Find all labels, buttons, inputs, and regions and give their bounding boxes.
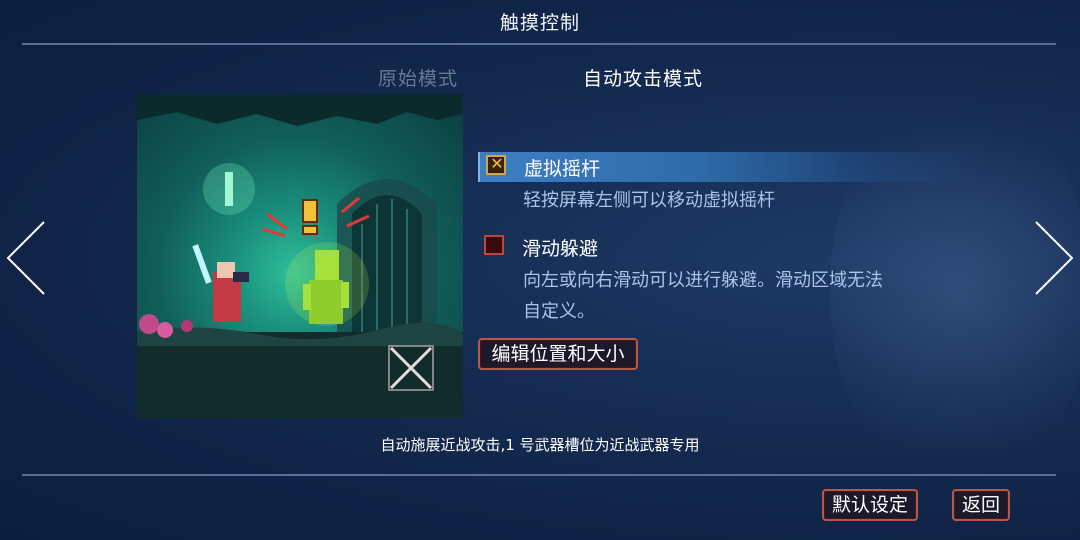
gameplay-preview-image xyxy=(137,94,463,418)
next-page-button[interactable] xyxy=(1032,218,1076,298)
virtual-joystick-checkbox[interactable]: ✕ xyxy=(486,154,506,175)
tab-auto-attack-mode[interactable]: 自动攻击模式 xyxy=(583,64,703,91)
footer-divider xyxy=(22,474,1056,476)
close-icon xyxy=(387,344,435,392)
chevron-left-icon xyxy=(6,221,45,295)
header-divider xyxy=(22,43,1056,45)
option-description: 向左或向右滑动可以进行躲避。滑动区域无法 xyxy=(523,270,883,291)
prev-page-button[interactable] xyxy=(4,218,48,298)
edit-position-size-button[interactable]: 编辑位置和大小 xyxy=(478,338,638,370)
page-title: 触摸控制 xyxy=(499,12,580,34)
option-description: 轻按屏幕左侧可以移动虚拟摇杆 xyxy=(523,190,775,211)
swipe-dodge-checkbox[interactable] xyxy=(484,235,504,255)
option-description: 自定义。 xyxy=(523,301,595,322)
mode-caption: 自动施展近战攻击,1 号武器槽位为近战武器专用 xyxy=(380,436,700,454)
default-settings-button[interactable]: 默认设定 xyxy=(822,489,918,521)
chevron-right-icon xyxy=(1035,221,1074,295)
x-check-icon: ✕ xyxy=(490,154,504,173)
option-label: 虚拟摇杆 xyxy=(524,158,601,180)
option-label: 滑动躲避 xyxy=(522,238,599,260)
option-virtual-joystick[interactable]: ✕ 虚拟摇杆 xyxy=(478,152,980,182)
tab-original-mode[interactable]: 原始模式 xyxy=(378,64,458,91)
option-swipe-dodge[interactable]: 滑动躲避 xyxy=(478,232,778,262)
back-button[interactable]: 返回 xyxy=(952,489,1010,521)
